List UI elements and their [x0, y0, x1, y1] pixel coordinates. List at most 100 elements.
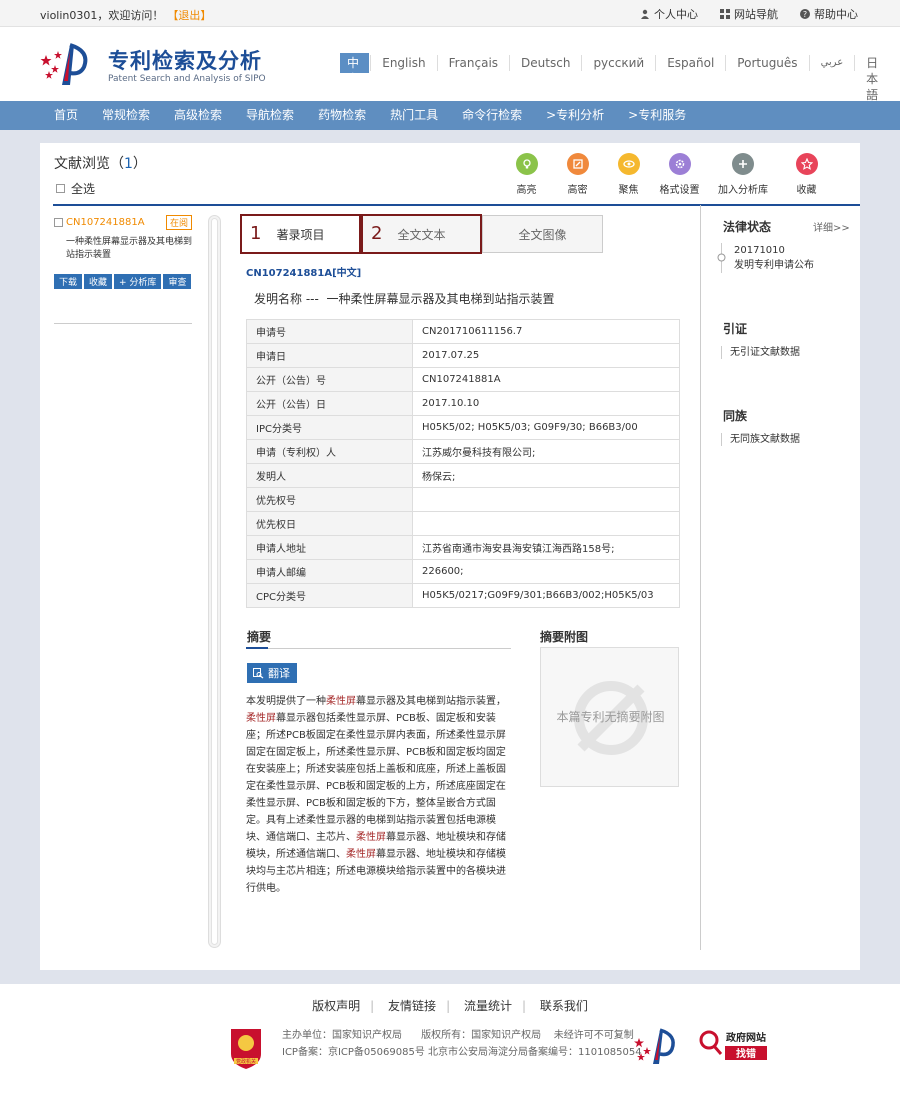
site-subtitle: Patent Search and Analysis of SIPO	[108, 74, 266, 84]
tab-fulltext[interactable]: 2 全文文本	[361, 214, 482, 254]
field-value	[412, 511, 680, 536]
field-value: 2017.07.25	[412, 343, 680, 368]
tab-bibliographic[interactable]: 1 著录项目	[240, 214, 361, 254]
site-title: 专利检索及分析	[108, 49, 262, 73]
field-value: 杨保云;	[412, 463, 680, 488]
sipo-footer-logo-icon[interactable]	[633, 1026, 685, 1066]
footer-friend-links[interactable]: 友情链接	[388, 999, 436, 1013]
footer-info: 主办单位：国家知识产权局 版权所有：国家知识产权局 未经许可不可复制 ICP备案…	[282, 1027, 642, 1061]
result-checkbox[interactable]	[54, 218, 63, 227]
translate-button[interactable]: 翻译	[247, 663, 297, 683]
tab-fulltext-label: 全文文本	[397, 228, 446, 242]
welcome-label: violin0301，欢迎访问！	[40, 9, 164, 22]
citation-heading: 引证	[723, 322, 748, 336]
invention-title: 发明名称 --- 一种柔性屏幕显示器及其电梯到站指示装置	[254, 290, 554, 307]
tab-bibliographic-label: 著录项目	[276, 228, 325, 242]
footer-host: 主办单位：国家知识产权局	[282, 1030, 402, 1041]
highlight-button[interactable]: 高亮	[501, 153, 552, 196]
density-button[interactable]: 高密	[552, 153, 603, 196]
tab-fullimage-label: 全文图像	[518, 228, 567, 242]
field-label: 申请人地址	[246, 535, 413, 560]
lang-ar[interactable]: عربي	[808, 55, 855, 71]
sipo-logo-icon[interactable]	[40, 41, 98, 87]
tab-fullimage[interactable]: 全文图像	[482, 215, 603, 253]
footer-stats-link[interactable]: 流量统计	[464, 999, 512, 1013]
footer-copyright-link[interactable]: 版权声明	[312, 999, 360, 1013]
add-to-analysis-button[interactable]: 加入分析库	[705, 153, 781, 196]
abstract-heading: 摘要	[247, 630, 272, 644]
result-list: CN107241881A 在阅 一种柔性屏幕显示器及其电梯到站指示装置 下载 收…	[54, 215, 192, 324]
result-patent-number[interactable]: CN107241881A	[66, 217, 145, 228]
nav-home[interactable]: 首页	[42, 101, 90, 130]
footer-contact-link[interactable]: 联系我们	[540, 999, 588, 1013]
download-button[interactable]: 下载	[54, 274, 83, 289]
footer-info-line1: 主办单位：国家知识产权局 版权所有：国家知识产权局 未经许可不可复制	[282, 1027, 642, 1044]
site-nav-link[interactable]: 网站导航	[720, 6, 778, 22]
family-empty: 无同族文献数据	[730, 434, 800, 445]
add-to-analysis-label: 加入分析库	[718, 185, 768, 196]
nav-regular-search[interactable]: 常规检索	[90, 101, 162, 130]
tab-bibliographic-number: 1	[250, 223, 262, 244]
table-row: 公开（公告）号 CN107241881A	[246, 367, 680, 392]
table-row: CPC分类号 H05K5/0217;G09F9/301;B66B3/002;H05…	[246, 583, 680, 608]
family-heading: 同族	[723, 409, 748, 423]
lang-es[interactable]: Español	[655, 55, 725, 71]
welcome-text: violin0301，欢迎访问！ 【退出】	[40, 7, 211, 23]
collect-button[interactable]: 收藏	[84, 274, 113, 289]
field-value: 226600;	[412, 559, 680, 584]
nav-navigation-search[interactable]: 导航检索	[234, 101, 306, 130]
nav-patent-service[interactable]: >专利服务	[616, 101, 698, 130]
field-label: 申请（专利权）人	[246, 439, 413, 464]
citation-line	[721, 346, 722, 359]
site-footer: 版权声明 | 友情链接 | 流量统计 | 联系我们 党政机关 主办单位：国家知识产权局…	[0, 984, 900, 1101]
top-bar: violin0301，欢迎访问！ 【退出】 个人中心 网站导航 ? 帮助中心	[0, 0, 900, 27]
select-all[interactable]: 全选	[56, 180, 95, 197]
favorite-button[interactable]: 收藏	[781, 153, 832, 196]
browse-count: 1	[124, 156, 133, 172]
select-all-checkbox[interactable]	[56, 184, 65, 193]
site-header: 专利检索及分析 Patent Search and Analysis of SI…	[0, 27, 900, 102]
abstract-text: 本发明提供了一种柔性屏幕显示器及其电梯到站指示装置，柔性屏幕显示器包括柔性显示屏…	[246, 693, 511, 897]
field-value: CN107241881A	[412, 367, 680, 392]
detail-tabs: 1 著录项目 2 全文文本 全文图像	[240, 214, 603, 254]
gov-site-error-report-icon[interactable]: 政府网站 找错	[699, 1026, 771, 1066]
lang-ja[interactable]: 日本語	[854, 55, 900, 102]
nav-advanced-search[interactable]: 高级检索	[162, 101, 234, 130]
format-settings-button[interactable]: 格式设置	[654, 153, 705, 196]
result-description[interactable]: 一种柔性屏幕显示器及其电梯到站指示装置	[54, 236, 192, 262]
lang-pt[interactable]: Português	[725, 55, 808, 71]
family-line	[721, 433, 722, 446]
add-analysis-button[interactable]: + 分析库	[114, 274, 162, 289]
nav-command-search[interactable]: 命令行检索	[450, 101, 534, 130]
lang-de[interactable]: Deutsch	[509, 55, 581, 71]
logout-link[interactable]: 【退出】	[167, 9, 211, 22]
focus-button[interactable]: 聚焦	[603, 153, 654, 196]
personal-center-link[interactable]: 个人中心	[640, 6, 698, 22]
field-label: 申请人邮编	[246, 559, 413, 584]
lang-zh[interactable]: 中文	[340, 53, 370, 86]
svg-text:?: ?	[803, 10, 807, 19]
abstract-segment: 幕显示器及其电梯到站指示装置，	[356, 696, 506, 707]
party-gov-emblem-icon[interactable]: 党政机关	[228, 1026, 264, 1070]
legal-status-event: 发明专利申请公布	[734, 260, 814, 271]
field-label: 优先权号	[246, 487, 413, 512]
toolbar: 高亮 高密 聚焦 格式设置 加入分析库 收藏	[501, 153, 832, 196]
field-label: 公开（公告）号	[246, 367, 413, 392]
examine-button[interactable]: 审查	[163, 274, 192, 289]
nav-patent-analysis[interactable]: >专利分析	[534, 101, 616, 130]
scrollbar-thumb[interactable]	[211, 218, 218, 945]
help-icon: ?	[800, 9, 810, 19]
lang-ru[interactable]: русский	[581, 55, 655, 71]
help-center-link[interactable]: ? 帮助中心	[800, 6, 858, 22]
lang-en[interactable]: English	[370, 55, 436, 71]
nav-drug-search[interactable]: 药物检索	[306, 101, 378, 130]
nav-popular-tools[interactable]: 热门工具	[378, 101, 450, 130]
site-nav-label: 网站导航	[734, 8, 778, 21]
footer-rights: 版权所有：国家知识产权局	[421, 1030, 542, 1041]
table-row: 优先权号	[246, 487, 680, 512]
legal-status-more-link[interactable]: 详细>>	[813, 219, 850, 234]
field-label: 申请日	[246, 343, 413, 368]
vertical-scrollbar[interactable]	[208, 215, 221, 948]
patent-number-link[interactable]: CN107241881A[中文]	[246, 264, 361, 279]
lang-fr[interactable]: Français	[436, 55, 509, 71]
